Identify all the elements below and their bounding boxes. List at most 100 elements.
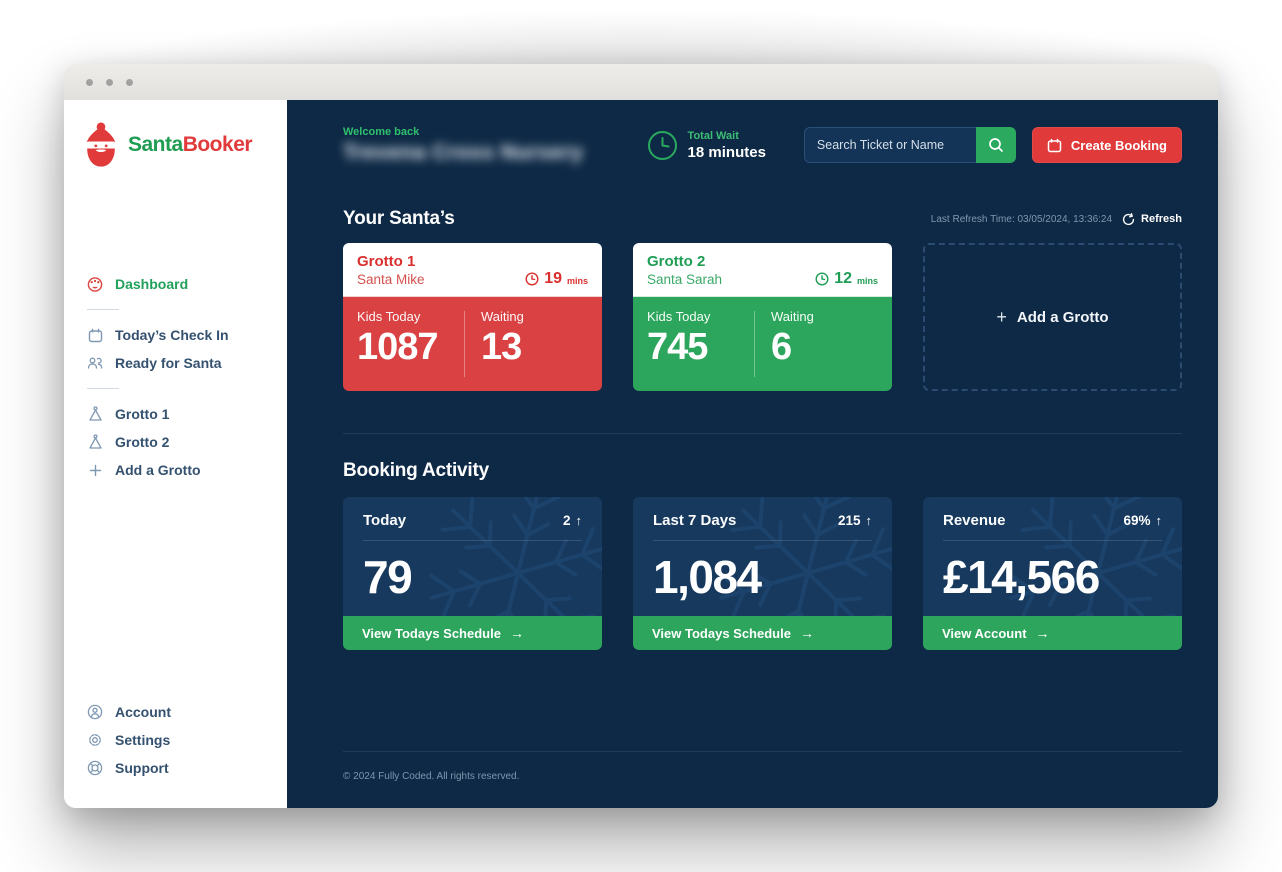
search-input[interactable] xyxy=(804,127,976,163)
stat-delta: 2 xyxy=(563,513,571,528)
sidebar-item-ready-for-santa[interactable]: Ready for Santa xyxy=(64,349,287,377)
vertical-divider xyxy=(754,311,755,377)
gear-icon xyxy=(87,732,103,748)
grotto-cards-row: Grotto 1 Santa Mike 19 mins xyxy=(343,243,1182,391)
stat-value: £14,566 xyxy=(943,554,1182,600)
grotto-santa-name: Santa Mike xyxy=(357,272,425,287)
stat-value: 1,084 xyxy=(653,554,892,600)
waiting-label: Waiting xyxy=(771,309,878,324)
kids-today-value: 1087 xyxy=(357,328,464,366)
refresh-button[interactable]: Refresh xyxy=(1122,213,1182,226)
sidebar-item-grotto-2[interactable]: Grotto 2 xyxy=(64,428,287,456)
cta-label: View Account xyxy=(942,626,1027,641)
up-arrow-icon: ↑ xyxy=(1156,513,1163,528)
sidebar-item-settings[interactable]: Settings xyxy=(64,726,287,754)
welcome-label: Welcome back xyxy=(343,126,583,138)
create-booking-button[interactable]: Create Booking xyxy=(1032,127,1182,163)
vertical-divider xyxy=(464,311,465,377)
sidebar-item-account[interactable]: Account xyxy=(64,698,287,726)
sidebar-item-add-a-grotto[interactable]: Add a Grotto xyxy=(64,456,287,484)
search-box xyxy=(804,127,1016,163)
waiting-value: 13 xyxy=(481,328,588,366)
total-wait-value: 18 minutes xyxy=(688,144,766,161)
welcome-block: Welcome back Trevena Cross Nursery xyxy=(343,126,583,165)
santas-section-header: Your Santa’s Last Refresh Time: 03/05/20… xyxy=(343,208,1182,230)
sidebar-item-dashboard[interactable]: Dashboard xyxy=(64,270,287,298)
cta-label: View Todays Schedule xyxy=(362,626,501,641)
stat-card-today: Today 2↑ 79 View Todays Schedule → xyxy=(343,497,602,650)
refresh-label: Refresh xyxy=(1141,213,1182,225)
stat-divider xyxy=(653,540,872,541)
up-arrow-icon: ↑ xyxy=(866,513,873,528)
add-grotto-card[interactable]: + Add a Grotto xyxy=(923,243,1182,391)
window-control-dot[interactable] xyxy=(126,79,133,86)
stat-cards-row: Today 2↑ 79 View Todays Schedule → Last … xyxy=(343,497,1182,650)
waiting-value: 6 xyxy=(771,328,878,366)
grotto-name: Grotto 1 xyxy=(357,253,425,270)
cta-label: View Todays Schedule xyxy=(652,626,791,641)
view-account-button[interactable]: View Account → xyxy=(923,616,1182,650)
dashboard-gauge-icon xyxy=(87,276,103,292)
right-arrow-icon: → xyxy=(510,625,524,641)
clock-icon xyxy=(525,272,539,286)
santas-section-title: Your Santa’s xyxy=(343,208,455,230)
stat-card-last-7-days: Last 7 Days 215 ↑ 1,084 View Todays Sched… xyxy=(633,497,892,650)
nav-divider xyxy=(87,309,119,310)
plus-icon xyxy=(87,462,103,478)
santa-logo-icon xyxy=(82,120,120,170)
grotto-mins-label: mins xyxy=(567,276,588,286)
last-refresh-time: Last Refresh Time: 03/05/2024, 13:36:24 xyxy=(931,214,1112,225)
stat-divider xyxy=(363,540,582,541)
window-control-dot[interactable] xyxy=(106,79,113,86)
sidebar-nav: Dashboard Today’s Check In xyxy=(64,270,287,484)
refresh-icon xyxy=(1122,213,1135,226)
kids-today-label: Kids Today xyxy=(647,309,754,324)
create-booking-label: Create Booking xyxy=(1071,138,1167,153)
section-divider xyxy=(343,433,1182,434)
calendar-icon xyxy=(1047,138,1062,153)
top-bar: Welcome back Trevena Cross Nursery Total… xyxy=(343,120,1182,170)
stat-label: Last 7 Days xyxy=(653,512,736,529)
sidebar-item-support[interactable]: Support xyxy=(64,754,287,782)
account-name: Trevena Cross Nursery xyxy=(343,141,583,165)
brand-logo[interactable]: SantaBooker xyxy=(64,120,287,170)
kids-today-label: Kids Today xyxy=(357,309,464,324)
sidebar-footer-nav: Account Settings xyxy=(64,698,287,782)
view-todays-schedule-button[interactable]: View Todays Schedule → xyxy=(343,616,602,650)
stat-divider xyxy=(943,540,1162,541)
kids-today-value: 745 xyxy=(647,328,754,366)
app-window: SantaBooker Dashboard xyxy=(64,64,1218,808)
lifebuoy-icon xyxy=(87,760,103,776)
view-todays-schedule-button[interactable]: View Todays Schedule → xyxy=(633,616,892,650)
window-control-dot[interactable] xyxy=(86,79,93,86)
right-arrow-icon: → xyxy=(1036,625,1050,641)
sidebar-item-label: Settings xyxy=(115,732,170,748)
activity-section-title: Booking Activity xyxy=(343,460,489,482)
sidebar-item-grotto-1[interactable]: Grotto 1 xyxy=(64,400,287,428)
search-button[interactable] xyxy=(976,127,1016,163)
total-wait: Total Wait 18 minutes xyxy=(647,130,766,161)
grotto-santa-name: Santa Sarah xyxy=(647,272,722,287)
main-content: Welcome back Trevena Cross Nursery Total… xyxy=(287,100,1218,808)
sidebar-item-label: Grotto 2 xyxy=(115,434,169,450)
calendar-icon xyxy=(87,327,103,343)
stat-label: Today xyxy=(363,512,406,529)
sidebar-item-label: Add a Grotto xyxy=(115,462,201,478)
people-icon xyxy=(87,355,103,371)
sidebar-item-label: Dashboard xyxy=(115,276,188,292)
search-icon xyxy=(988,137,1004,153)
sidebar-item-label: Grotto 1 xyxy=(115,406,169,422)
window-titlebar[interactable] xyxy=(64,64,1218,100)
sidebar-item-todays-check-in[interactable]: Today’s Check In xyxy=(64,321,287,349)
clock-icon xyxy=(815,272,829,286)
grotto-card-2[interactable]: Grotto 2 Santa Sarah 12 mins xyxy=(633,243,892,391)
account-icon xyxy=(87,704,103,720)
stat-delta: 215 xyxy=(838,513,861,528)
grotto-wait-mins: 19 xyxy=(544,270,562,288)
sidebar-item-label: Today’s Check In xyxy=(115,327,229,343)
stat-card-revenue: Revenue 69%↑ £14,566 View Account → xyxy=(923,497,1182,650)
grotto-card-1[interactable]: Grotto 1 Santa Mike 19 mins xyxy=(343,243,602,391)
clock-icon xyxy=(647,130,678,161)
sidebar: SantaBooker Dashboard xyxy=(64,100,287,808)
main-footer: © 2024 Fully Coded. All rights reserved. xyxy=(343,751,1182,808)
